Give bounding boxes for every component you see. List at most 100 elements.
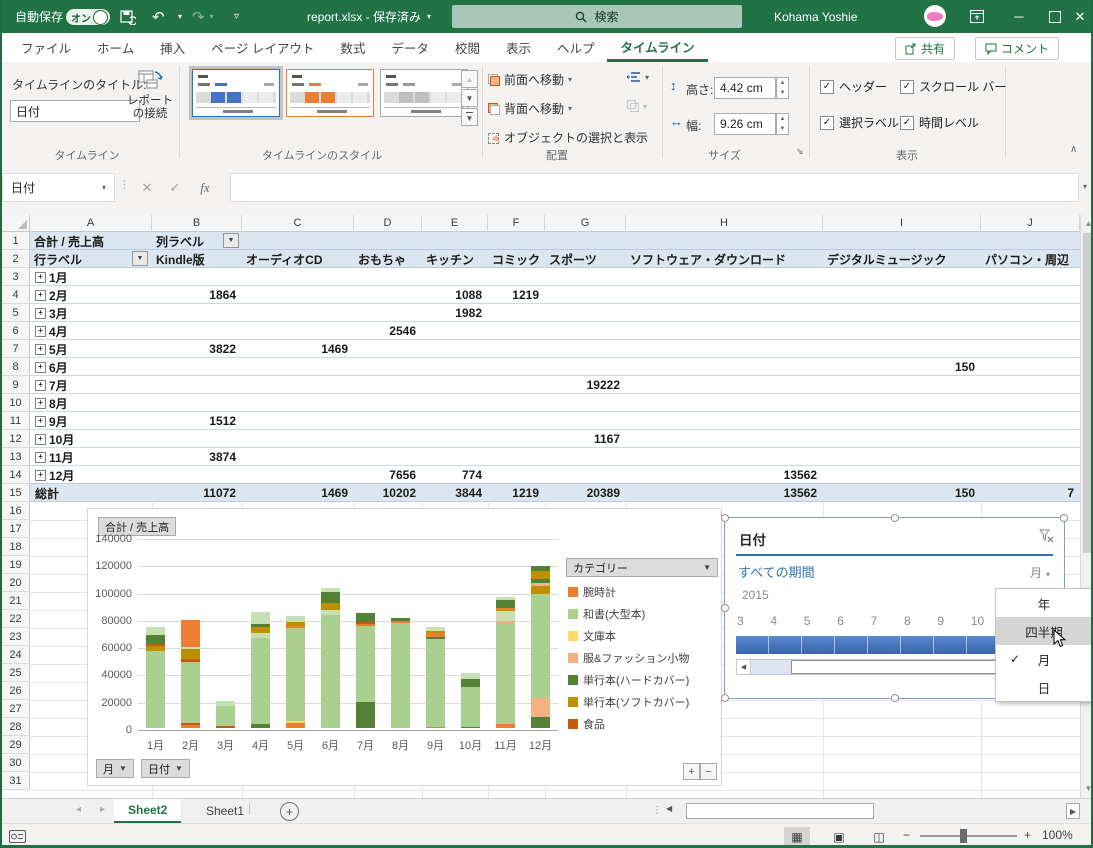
avatar[interactable] xyxy=(924,5,946,27)
row-header-28[interactable]: 28 xyxy=(2,718,30,736)
expand-icon[interactable]: + xyxy=(35,452,46,463)
column-header-A[interactable]: A xyxy=(30,215,152,232)
row-header-14[interactable]: 14 xyxy=(2,466,30,484)
tab-数式[interactable]: 数式 xyxy=(327,33,378,61)
row-header-27[interactable]: 27 xyxy=(2,700,30,718)
checkbox-時間レベル[interactable]: ✓時間レベル xyxy=(900,114,979,131)
expand-icon[interactable]: + xyxy=(35,344,46,355)
status-mode-icon[interactable] xyxy=(9,830,26,848)
bring-forward-button[interactable]: 前面へ移動▾ xyxy=(488,71,572,88)
legend-item[interactable]: 単行本(ソフトカバー) xyxy=(568,694,689,710)
zoom-slider-thumb[interactable] xyxy=(960,829,967,843)
row-header-16[interactable]: 16 xyxy=(2,502,30,520)
tab-ファイル[interactable]: ファイル xyxy=(8,33,84,61)
autosave-toggle[interactable]: オン xyxy=(66,9,110,25)
select-all-corner[interactable] xyxy=(2,215,30,232)
pivot-row-label[interactable]: +6月 xyxy=(35,358,145,376)
tab-タイムライン[interactable]: タイムライン xyxy=(607,33,707,62)
expand-icon[interactable]: + xyxy=(35,272,46,283)
sheet-area[interactable]: ABCDEFGHIJ 12345678910111213141516171819… xyxy=(2,215,1093,798)
row-header-9[interactable]: 9 xyxy=(2,376,30,394)
vertical-scrollbar[interactable]: ▲ ▼ xyxy=(1080,215,1093,798)
sheet-nav-right-arrow[interactable]: ▸ xyxy=(100,804,105,815)
column-header-H[interactable]: H xyxy=(626,215,823,232)
sheet-tab-Sheet2[interactable]: Sheet2 xyxy=(114,799,181,823)
hscroll-right-arrow[interactable]: ▶ xyxy=(1066,803,1080,819)
normal-view-button[interactable]: ▦ xyxy=(784,827,810,846)
expand-icon[interactable]: + xyxy=(35,380,46,391)
row-header-8[interactable]: 8 xyxy=(2,358,30,376)
tab-挿入[interactable]: 挿入 xyxy=(147,33,198,61)
pivot-row-label[interactable]: +1月 xyxy=(35,268,145,286)
expand-icon[interactable]: + xyxy=(35,470,46,481)
menu-item-月[interactable]: ✓月 xyxy=(996,645,1092,673)
zoom-percentage[interactable]: 100% xyxy=(1042,828,1073,842)
align-button[interactable]: ▾ xyxy=(627,71,649,83)
selection-handle[interactable] xyxy=(721,514,729,522)
zoom-out-button[interactable]: − xyxy=(903,828,910,842)
timeline-style-blue[interactable] xyxy=(192,69,280,117)
tab-表示[interactable]: 表示 xyxy=(493,33,544,61)
column-header-F[interactable]: F xyxy=(488,215,545,232)
row-header-1[interactable]: 1 xyxy=(2,232,30,250)
selection-handle[interactable] xyxy=(891,514,899,522)
clear-filter-icon[interactable] xyxy=(1039,529,1054,548)
expand-icon[interactable]: + xyxy=(35,326,46,337)
pivot-row-label[interactable]: +10月 xyxy=(35,430,145,448)
legend-item[interactable]: 文庫本 xyxy=(568,628,616,644)
pivot-row-label[interactable]: +2月 xyxy=(35,286,145,304)
chart-legend-field-button[interactable]: カテゴリー▼ xyxy=(566,558,718,577)
zoom-in-button[interactable]: + xyxy=(1024,828,1031,842)
row-header-12[interactable]: 12 xyxy=(2,430,30,448)
row-header-13[interactable]: 13 xyxy=(2,448,30,466)
gallery-more-button[interactable]: ▼ xyxy=(461,108,478,126)
comments-button[interactable]: コメント xyxy=(975,37,1059,60)
row-header-24[interactable]: 24 xyxy=(2,646,30,664)
row-header-26[interactable]: 26 xyxy=(2,682,30,700)
selection-handle[interactable] xyxy=(721,694,729,702)
menu-item-日[interactable]: 日 xyxy=(996,673,1092,701)
tab-ページ レイアウト[interactable]: ページ レイアウト xyxy=(198,33,327,61)
row-header-22[interactable]: 22 xyxy=(2,610,30,628)
row-header-2[interactable]: 2 xyxy=(2,250,30,268)
new-sheet-button[interactable]: + xyxy=(280,802,299,821)
send-backward-button[interactable]: 背面へ移動▾ xyxy=(488,100,572,117)
user-name[interactable]: Kohama Yoshie xyxy=(774,0,857,33)
row-header-11[interactable]: 11 xyxy=(2,412,30,430)
tab-split-handle[interactable]: ⋮ xyxy=(652,805,662,816)
search-input[interactable]: 検索 xyxy=(452,5,742,28)
save-icon[interactable] xyxy=(120,0,136,33)
selection-handle[interactable] xyxy=(721,604,729,612)
ribbon-display-options-icon[interactable] xyxy=(957,0,997,33)
menu-item-四半期[interactable]: 四半期 xyxy=(996,617,1092,645)
row-header-3[interactable]: 3 xyxy=(2,268,30,286)
hscroll-left-arrow[interactable]: ◀ xyxy=(666,804,672,813)
legend-item[interactable]: 単行本(ハードカバー) xyxy=(568,672,689,688)
expand-formula-bar-chevron[interactable]: ▾ xyxy=(1083,182,1087,191)
row-header-29[interactable]: 29 xyxy=(2,736,30,754)
gallery-up-button[interactable]: ▲ xyxy=(461,70,478,88)
pivot-chart[interactable]: 合計 / 売上高 0200004000060000800001000001200… xyxy=(87,508,722,786)
selection-handle[interactable] xyxy=(891,694,899,702)
column-header-B[interactable]: B xyxy=(152,215,242,232)
row-header-5[interactable]: 5 xyxy=(2,304,30,322)
legend-item[interactable]: 和書(大型本) xyxy=(568,606,645,622)
zoom-slider-track[interactable] xyxy=(920,835,1017,837)
pivot-row-label[interactable]: +3月 xyxy=(35,304,145,322)
column-header-C[interactable]: C xyxy=(242,215,354,232)
column-header-J[interactable]: J xyxy=(981,215,1080,232)
expand-icon[interactable]: + xyxy=(35,362,46,373)
pivot-row-label[interactable]: +12月 xyxy=(35,466,145,484)
slicer-level-button[interactable]: 月▾ xyxy=(1030,564,1050,581)
row-header-21[interactable]: 21 xyxy=(2,592,30,610)
row-header-20[interactable]: 20 xyxy=(2,574,30,592)
row-header-25[interactable]: 25 xyxy=(2,664,30,682)
report-connections-button[interactable]: レポートの接続 xyxy=(126,68,174,154)
height-input[interactable]: 4.42 cm xyxy=(714,77,776,99)
quick-access-chevron[interactable]: ▿ xyxy=(234,0,239,33)
pivot-row-label[interactable]: +9月 xyxy=(35,412,145,430)
insert-function-button[interactable]: fx xyxy=(192,173,218,202)
tab-ヘルプ[interactable]: ヘルプ xyxy=(544,33,608,61)
row-header-30[interactable]: 30 xyxy=(2,754,30,772)
row-header-4[interactable]: 4 xyxy=(2,286,30,304)
